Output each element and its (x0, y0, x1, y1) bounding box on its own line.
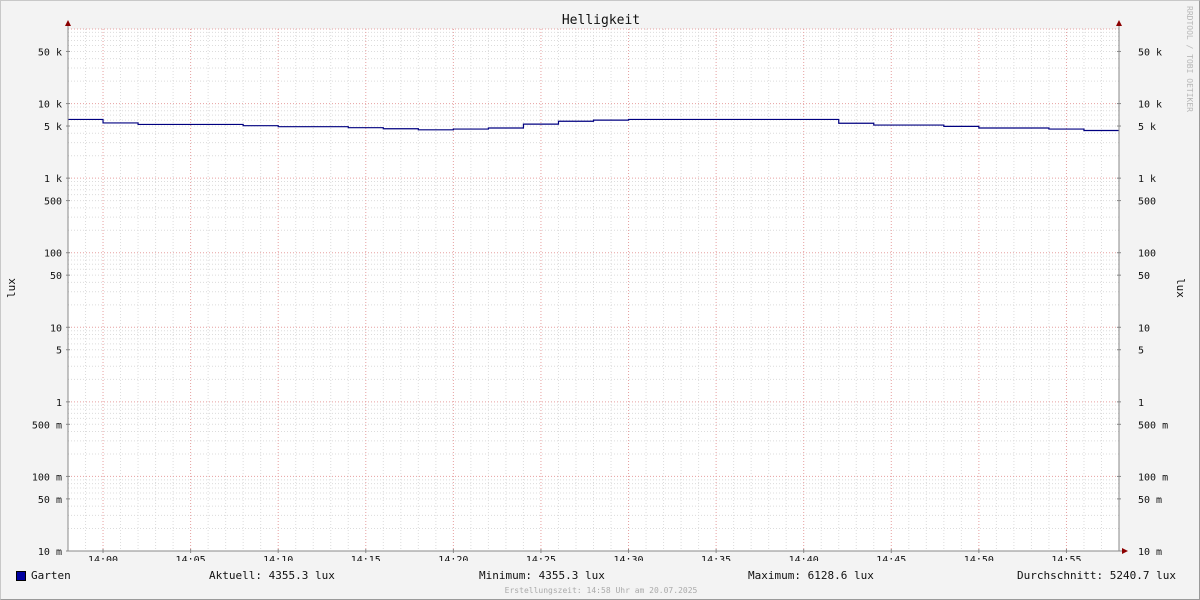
y-tick-label-right: 50 (1138, 271, 1150, 282)
legend-average: Durchschnitt: 5240.7 lux (1017, 569, 1176, 582)
y-tick-label-right: 10 k (1138, 100, 1162, 111)
y-tick-label-right: 1 (1138, 398, 1144, 409)
y-tick-label-left: 10 m (38, 547, 62, 558)
chart-canvas: 50 k 50 k 10 k 10 k 5 k 5 k 1 k 1 k 500 500 100 100… (5, 6, 1194, 561)
x-tick-label: 14:55 (1051, 555, 1081, 561)
rrdtool-watermark: RRDTOOL / TOBI OETIKER (1185, 6, 1194, 112)
y-tick-label-right: 100 m (1138, 472, 1168, 483)
x-tick-label: 14:30 (613, 555, 643, 561)
y-tick-label-left: 10 (50, 323, 62, 334)
y-tick-label-right: 50 m (1138, 495, 1162, 506)
y-tick-label-right: 10 m (1138, 547, 1162, 558)
chart-frame: 50 k 50 k 10 k 10 k 5 k 5 k 1 k 1 k 500 500 100 100… (0, 0, 1200, 600)
x-tick-label: 14:15 (351, 555, 381, 561)
y-tick-label-left: 1 k (44, 174, 62, 185)
y-tick-label-right: 10 (1138, 323, 1150, 334)
legend-series-name: Garten (31, 569, 71, 582)
y-tick-label-left: 1 (56, 398, 62, 409)
y-axis-label-left: lux (5, 278, 18, 298)
credit-line: Erstellungszeit: 14:58 Uhr am 20.07.2025 (504, 586, 698, 595)
chart-title: Helligkeit (562, 13, 640, 28)
y-tick-label-left: 50 (50, 271, 62, 282)
y-tick-label-left: 10 k (38, 100, 62, 111)
x-tick-label: 14:50 (964, 555, 994, 561)
x-tick-label: 14:25 (526, 555, 556, 561)
y-tick-label-left: 5 (56, 346, 62, 357)
y-tick-label-right: 500 m (1138, 420, 1168, 431)
y-tick-label-left: 500 m (32, 420, 62, 431)
legend-maximum: Maximum: 6128.6 lux (748, 569, 874, 582)
x-tick-label: 14:10 (263, 555, 293, 561)
x-tick-label: 14:40 (789, 555, 819, 561)
x-tick-label: 14:00 (88, 555, 118, 561)
y-axis-arrow-right (1116, 20, 1122, 26)
y-axis-arrow-left (65, 20, 71, 26)
x-axis-arrow (1122, 548, 1128, 554)
legend-current: Aktuell: 4355.3 lux (209, 569, 335, 582)
y-tick-label-right: 1 k (1138, 174, 1156, 185)
y-tick-label-right: 50 k (1138, 47, 1162, 58)
y-tick-label-right: 100 (1138, 249, 1156, 260)
x-tick-label: 14:20 (438, 555, 468, 561)
y-tick-label-left: 50 k (38, 47, 62, 58)
y-axis-label-right: lux (1174, 278, 1187, 298)
x-tick-label: 14:35 (701, 555, 731, 561)
x-tick-label: 14:05 (176, 555, 206, 561)
y-tick-label-left: 100 (44, 249, 62, 260)
x-tick-label: 14:45 (876, 555, 906, 561)
y-tick-label-left: 100 m (32, 472, 62, 483)
y-tick-label-right: 500 (1138, 197, 1156, 208)
y-tick-label-right: 5 (1138, 346, 1144, 357)
y-tick-label-left: 50 m (38, 495, 62, 506)
y-tick-label-right: 5 k (1138, 122, 1156, 133)
legend-swatch-garten (16, 571, 26, 581)
y-tick-label-left: 500 (44, 197, 62, 208)
y-tick-label-left: 5 k (44, 122, 62, 133)
legend-minimum: Minimum: 4355.3 lux (479, 569, 605, 582)
